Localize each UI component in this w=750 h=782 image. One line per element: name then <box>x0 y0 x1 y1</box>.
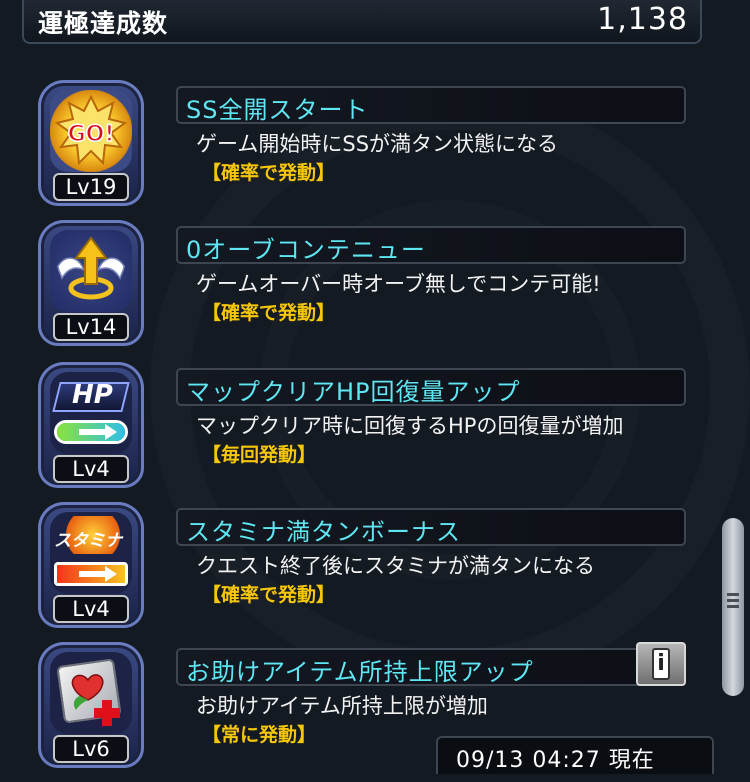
ability-description: クエスト終了後にスタミナが満タンになる <box>196 554 595 578</box>
ability-name: お助けアイテム所持上限アップ <box>186 658 534 686</box>
scroll-grip-icon <box>727 590 739 618</box>
ability-level: Lv19 <box>53 173 129 201</box>
ability-trigger: 【確率で発動】 <box>202 302 336 324</box>
ability-level: Lv6 <box>53 735 129 763</box>
ability-badge: Lv6 <box>38 642 144 768</box>
header-bar: 運極達成数 1,138 <box>22 0 702 44</box>
ability-description: ゲームオーバー時オーブ無しでコンテ可能! <box>196 272 601 296</box>
stamina-gauge-icon: スタミナ <box>50 512 132 594</box>
ability-description: ゲーム開始時にSSが満タン状態になる <box>196 132 559 156</box>
ability-name: SS全開スタート <box>186 96 369 124</box>
ability-description: マップクリア時に回復するHPの回復量が増加 <box>196 414 624 438</box>
stamina-label: スタミナ <box>54 531 122 551</box>
ability-level: Lv4 <box>53 455 129 483</box>
timestamp-panel: 09/13 04:27 現在 <box>436 736 714 774</box>
ability-trigger: 【確率で発動】 <box>202 162 336 184</box>
scrollbar-thumb[interactable] <box>722 518 744 696</box>
ability-row[interactable]: GO! Lv19 SS全開スタート ゲーム開始時にSSが満タン状態になる 【確率… <box>0 80 700 220</box>
ability-name: スタミナ満タンボーナス <box>186 518 461 546</box>
ability-name-bar: マップクリアHP回復量アップ <box>176 368 686 406</box>
ability-name: マップクリアHP回復量アップ <box>186 378 521 406</box>
hp-gauge-icon: HP <box>50 372 132 454</box>
ability-row[interactable]: Lv14 0オーブコンテニュー ゲームオーバー時オーブ無しでコンテ可能! 【確率… <box>0 220 700 360</box>
go-burst-icon: GO! <box>50 90 132 172</box>
ability-name-bar: 0オーブコンテニュー <box>176 226 686 264</box>
timestamp: 09/13 04:27 現在 <box>456 748 655 773</box>
ability-trigger: 【常に発動】 <box>202 724 317 746</box>
header-title: 運極達成数 <box>38 9 169 38</box>
ability-badge: GO! Lv19 <box>38 80 144 206</box>
ability-badge: Lv14 <box>38 220 144 346</box>
ability-trigger: 【確率で発動】 <box>202 584 336 606</box>
ability-level: Lv14 <box>53 313 129 341</box>
item-box-plus-icon <box>50 652 132 734</box>
ability-name: 0オーブコンテニュー <box>186 236 426 264</box>
ability-level: Lv4 <box>53 595 129 623</box>
ability-trigger: 【毎回発動】 <box>202 444 317 466</box>
ability-name-bar: SS全開スタート <box>176 86 686 124</box>
ability-badge: スタミナ Lv4 <box>38 502 144 628</box>
header-count: 1,138 <box>597 2 688 37</box>
ability-name-bar: スタミナ満タンボーナス <box>176 508 686 546</box>
ability-description: お助けアイテム所持上限が増加 <box>196 694 488 718</box>
ability-row[interactable]: HP Lv4 マップクリアHP回復量アップ マップクリア時に回復するHPの回復量… <box>0 362 700 502</box>
ability-name-bar: お助けアイテム所持上限アップ <box>176 648 686 686</box>
ability-row[interactable]: スタミナ Lv4 スタミナ満タンボーナス クエスト終了後にスタミナが満タンになる… <box>0 502 700 642</box>
info-button[interactable]: i <box>636 642 686 686</box>
winged-arrow-icon <box>50 230 132 312</box>
info-icon: i <box>652 648 670 680</box>
ability-badge: HP Lv4 <box>38 362 144 488</box>
hp-label: HP <box>72 380 113 410</box>
svg-text:GO!: GO! <box>68 122 115 147</box>
